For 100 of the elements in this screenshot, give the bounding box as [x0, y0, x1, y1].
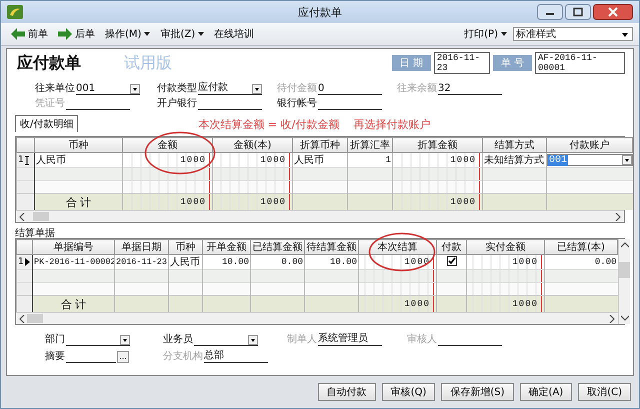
- toolbar-button[interactable]: 后单: [54, 27, 99, 41]
- minimize-button[interactable]: [537, 4, 563, 20]
- table-cell: 1: [348, 152, 392, 168]
- table-cell: 10.00: [304, 254, 358, 270]
- checkbox[interactable]: [446, 256, 456, 266]
- field-label: 往来单位: [35, 82, 75, 95]
- row-number: 1: [18, 257, 24, 267]
- column-header: 付款: [436, 240, 466, 254]
- action-button[interactable]: 审核(Q): [382, 383, 436, 401]
- horizontal-scrollbar[interactable]: [16, 312, 618, 324]
- toolbar-button[interactable]: 操作(M): [101, 27, 154, 41]
- column-header: 本次结算: [358, 240, 436, 254]
- scroll-thumb[interactable]: [27, 314, 43, 323]
- table-cell: 0.00: [250, 254, 304, 270]
- column-header: 折算汇率: [348, 138, 392, 152]
- column-header: 实付金额: [466, 240, 544, 254]
- close-button[interactable]: [593, 4, 633, 20]
- caret-icon: [198, 32, 204, 36]
- form-title: 应付款单: [17, 52, 81, 74]
- toolbar-button[interactable]: 前单: [7, 27, 52, 41]
- horizontal-scrollbar[interactable]: [16, 210, 624, 222]
- column-header: 金额: [122, 138, 212, 152]
- detail-tab[interactable]: 收/付款明细: [15, 115, 78, 132]
- right-arrow-icon: [58, 28, 72, 40]
- section-label: 结算单据: [15, 226, 56, 238]
- maximize-button[interactable]: [565, 4, 591, 20]
- column-header: 已结算金额: [250, 240, 304, 254]
- field-label: 部门: [45, 332, 65, 346]
- column-header: 金额(本): [212, 138, 292, 152]
- field-label: 制单人: [287, 332, 317, 346]
- annotation-ellipse: [368, 232, 436, 272]
- field-label: 业务员: [163, 332, 193, 346]
- column-header: 已结算(本): [544, 240, 618, 254]
- caret-icon: [501, 32, 507, 36]
- scroll-right-icon[interactable]: [615, 212, 621, 220]
- number-field[interactable]: AF-2016-11-00001: [535, 52, 625, 74]
- table-cell: 10.00: [202, 254, 250, 270]
- field-label: 付款类型: [157, 82, 197, 95]
- field-label: 银行帐号: [277, 96, 317, 110]
- action-button[interactable]: 自动付款: [318, 383, 376, 401]
- toolbar-button[interactable]: 审批(Z): [156, 27, 208, 41]
- app-icon: [7, 5, 23, 19]
- column-header: 折算币种: [292, 138, 348, 152]
- total-amount-cell: 1000: [358, 296, 436, 312]
- scroll-thumb[interactable]: [619, 262, 630, 278]
- column-header: 开单金额: [202, 240, 250, 254]
- total-amount-cell: 1000: [122, 194, 212, 210]
- column-header: 币种: [168, 240, 202, 254]
- column-header: 单据日期: [114, 240, 168, 254]
- annotation-text: 本次结算金额 = 收/付款金额 再选择付款账户: [198, 116, 430, 132]
- dropdown-field[interactable]: 应付款: [198, 83, 262, 95]
- column-header: 结算方式: [482, 138, 546, 152]
- dropdown-field[interactable]: 001: [76, 83, 140, 95]
- scroll-left-icon[interactable]: [19, 212, 25, 220]
- scroll-down-icon[interactable]: [620, 315, 628, 321]
- style-select[interactable]: 标准样式: [513, 27, 633, 41]
- date-field[interactable]: 2016-11-23: [434, 52, 490, 74]
- scroll-thumb[interactable]: [33, 212, 49, 221]
- row-number: 1: [18, 155, 24, 165]
- vertical-scrollbar[interactable]: [618, 239, 630, 324]
- field-label: 待付金额: [277, 82, 317, 95]
- account-dropdown[interactable]: 001: [548, 154, 632, 166]
- caret-icon: [144, 32, 150, 36]
- column-header: 币种: [34, 138, 122, 152]
- window-title: 应付款单: [298, 4, 342, 20]
- field-label: 分支机构: [163, 350, 203, 363]
- table-cell: 未知结算方式: [482, 152, 546, 168]
- action-button[interactable]: 保存新增(S): [441, 383, 514, 401]
- total-amount-cell: 1000: [392, 194, 482, 210]
- dropdown-field[interactable]: [66, 334, 130, 346]
- action-button[interactable]: 确定(A): [520, 383, 572, 401]
- amount-cell: 1000: [392, 152, 482, 168]
- table-cell: 人民币: [292, 152, 348, 168]
- total-label: 合 计: [34, 194, 122, 210]
- scroll-right-icon[interactable]: [609, 314, 615, 322]
- amount-cell: 1000: [122, 152, 212, 168]
- table-cell: 人民币: [34, 152, 122, 168]
- toolbar-button[interactable]: 在线培训: [210, 27, 258, 41]
- action-button[interactable]: 取消(C): [578, 383, 631, 401]
- field-label: 审核人: [407, 332, 437, 346]
- browse-button[interactable]: ...: [117, 351, 129, 363]
- column-header: 单据编号: [32, 240, 114, 254]
- field-label: 开户银行: [157, 96, 197, 110]
- dropdown-field[interactable]: [194, 334, 258, 346]
- date-label: 日 期: [392, 55, 431, 71]
- field-label: 凭证号: [35, 97, 65, 110]
- trial-label: 试用版: [124, 52, 172, 74]
- annotation-ellipse: [144, 131, 216, 175]
- total-amount-cell: 1000: [212, 194, 292, 210]
- scroll-up-icon[interactable]: [620, 242, 628, 248]
- amount-cell: 1000: [466, 254, 544, 270]
- table-cell: 0.00: [544, 254, 618, 270]
- scroll-left-icon[interactable]: [19, 314, 25, 322]
- table-cell: 人民币: [168, 254, 202, 270]
- print-button[interactable]: 打印(P): [460, 27, 511, 41]
- field-label: 往来余额: [397, 82, 437, 95]
- total-label: 合 计: [32, 296, 114, 312]
- column-header: 待结算金额: [304, 240, 358, 254]
- column-header: 折算金额: [392, 138, 482, 152]
- column-header: 付款账户: [546, 138, 632, 152]
